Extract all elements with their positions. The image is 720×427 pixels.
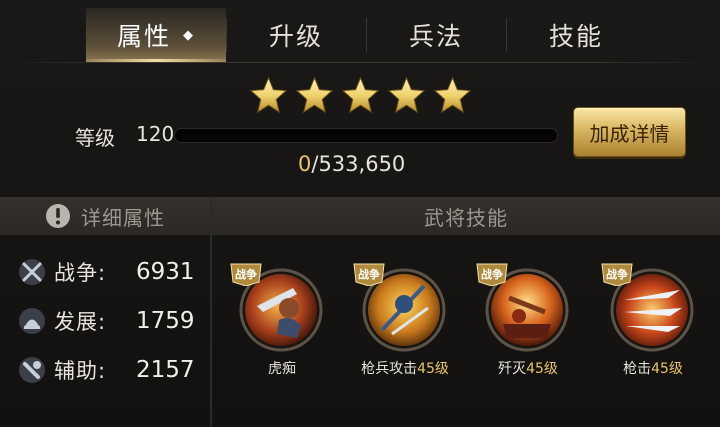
skill-name: 枪击45级 bbox=[598, 358, 708, 378]
skill-name-text: 枪兵攻击 bbox=[361, 361, 418, 377]
panel-separator bbox=[210, 197, 212, 427]
skill-level: 45级 bbox=[526, 361, 558, 377]
skill-level: 45级 bbox=[417, 361, 449, 377]
skill-name: 虎痴 bbox=[227, 358, 337, 378]
attribute-row-war: 战争: 6931 bbox=[18, 255, 195, 289]
skill-name-text: 虎痴 bbox=[268, 361, 296, 377]
skill-name: 歼灭45级 bbox=[473, 358, 583, 378]
attributes-header-label: 详细属性 bbox=[81, 205, 165, 230]
level-label: 等级 bbox=[75, 126, 115, 150]
tab-skills[interactable]: 技能 bbox=[506, 8, 646, 62]
attribute-name: 发展: bbox=[54, 310, 107, 334]
tab-label: 兵法 bbox=[408, 22, 463, 51]
tab-label: 技能 bbox=[548, 22, 603, 51]
assist-icon bbox=[19, 357, 45, 383]
war-tag-icon: 战争 bbox=[476, 263, 508, 286]
development-icon bbox=[19, 308, 45, 334]
info-icon[interactable] bbox=[45, 203, 71, 229]
skills-header-label: 武将技能 bbox=[424, 205, 508, 230]
skill-slot-1[interactable]: 战争 虎痴 bbox=[227, 262, 337, 382]
skill-name-text: 歼灭 bbox=[498, 361, 527, 377]
exp-current: 0 bbox=[298, 152, 312, 176]
level-value: 120 bbox=[136, 122, 175, 146]
play-arrow-icon: ◆ bbox=[183, 27, 195, 43]
skill-name: 枪兵攻击45级 bbox=[350, 358, 460, 378]
skill-name-text: 枪击 bbox=[623, 361, 652, 377]
skill-slot-2[interactable]: 战争 枪兵攻击45级 bbox=[350, 262, 460, 382]
star-icon bbox=[249, 76, 288, 114]
svg-text:战争: 战争 bbox=[235, 267, 257, 281]
war-tag-icon: 战争 bbox=[353, 263, 385, 286]
exp-total: /533,650 bbox=[311, 152, 406, 176]
skill-slot-4[interactable]: 战争 枪击45级 bbox=[598, 262, 708, 382]
attribute-name: 战争: bbox=[54, 261, 107, 285]
attribute-name: 辅助: bbox=[54, 359, 107, 383]
tab-upgrade[interactable]: 升级 bbox=[226, 8, 366, 62]
tab-tactics[interactable]: 兵法 bbox=[366, 8, 506, 62]
bonus-detail-button[interactable]: 加成详情 bbox=[573, 107, 686, 157]
attribute-value: 2157 bbox=[136, 357, 195, 383]
tab-label: 属性 bbox=[116, 22, 171, 51]
star-icon bbox=[387, 76, 426, 114]
star-rating bbox=[249, 76, 472, 116]
war-tag-icon: 战争 bbox=[601, 263, 633, 286]
attributes-header: 详细属性 bbox=[0, 197, 210, 235]
svg-text:战争: 战争 bbox=[358, 267, 380, 281]
tab-divider bbox=[0, 62, 720, 63]
tab-label: 升级 bbox=[268, 22, 323, 51]
attribute-value: 6931 bbox=[136, 259, 195, 285]
svg-text:战争: 战争 bbox=[606, 267, 628, 281]
crossed-swords-icon bbox=[19, 259, 45, 285]
tab-attributes[interactable]: 属性 ◆ bbox=[86, 8, 226, 62]
skill-slot-3[interactable]: 战争 歼灭45级 bbox=[473, 262, 583, 382]
star-icon bbox=[295, 76, 334, 114]
skills-header: 武将技能 bbox=[212, 197, 720, 235]
attribute-row-development: 发展: 1759 bbox=[18, 304, 195, 338]
svg-text:战争: 战争 bbox=[481, 267, 503, 281]
attribute-value: 1759 bbox=[136, 308, 195, 334]
star-icon bbox=[433, 76, 472, 114]
skill-level: 45级 bbox=[651, 361, 683, 377]
exp-progress-bar bbox=[174, 128, 558, 143]
war-tag-icon: 战争 bbox=[230, 263, 262, 286]
attribute-row-assist: 辅助: 2157 bbox=[18, 353, 195, 387]
tab-bar: 属性 ◆ 升级 兵法 技能 bbox=[86, 8, 646, 62]
exp-text: 0/533,650 bbox=[298, 152, 405, 176]
star-icon bbox=[341, 76, 380, 114]
